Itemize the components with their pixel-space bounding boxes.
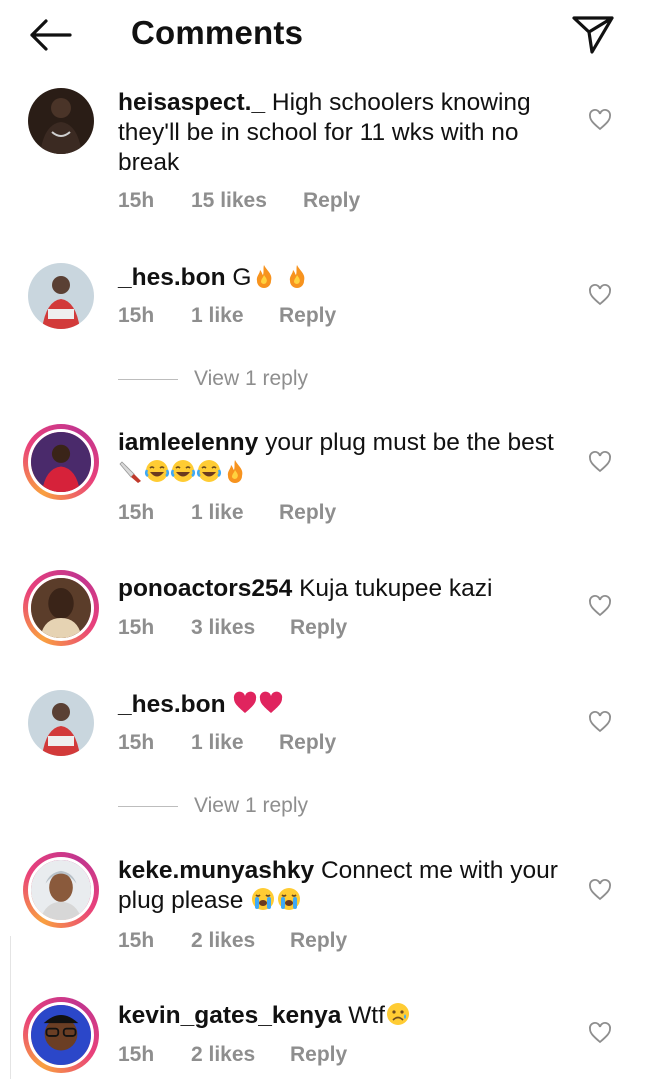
avatar[interactable] bbox=[28, 690, 94, 756]
comment-time: 15h bbox=[118, 616, 155, 639]
likes-count[interactable]: 2 likes bbox=[191, 1043, 255, 1067]
avatar[interactable] bbox=[23, 852, 99, 928]
comment-text: _hes.bon G bbox=[118, 263, 558, 293]
fire-emoji bbox=[257, 265, 272, 288]
comment-username[interactable]: iamleelenny bbox=[118, 429, 258, 456]
heart-icon[interactable] bbox=[588, 594, 612, 618]
reply-button[interactable]: Reply bbox=[303, 189, 360, 213]
avatar[interactable] bbox=[23, 997, 99, 1073]
comment-time: 15h bbox=[118, 929, 155, 952]
comment-text: heisaspect._ High schoolers knowing they… bbox=[118, 89, 531, 176]
top-bar: Comments bbox=[0, 0, 651, 70]
comment-text: ponoactors254 Kuja tukupee kazi bbox=[118, 575, 493, 602]
red-heart-emoji bbox=[260, 691, 283, 713]
divider bbox=[118, 378, 178, 381]
heart-icon[interactable] bbox=[588, 878, 612, 902]
comment-text: kevin_gates_kenya Wtf bbox=[118, 1001, 558, 1031]
likes-count[interactable]: 1 like bbox=[191, 731, 244, 755]
heart-icon[interactable] bbox=[588, 283, 612, 307]
comment-time: 15h bbox=[118, 731, 155, 754]
comment-time: 15h bbox=[118, 501, 155, 524]
comment-username[interactable]: ponoactors254 bbox=[118, 575, 292, 602]
avatar[interactable] bbox=[28, 88, 94, 154]
reply-button[interactable]: Reply bbox=[290, 929, 347, 953]
heart-icon[interactable] bbox=[588, 450, 612, 474]
fire-emoji bbox=[290, 265, 305, 288]
crying-emoji bbox=[278, 888, 301, 910]
reply-button[interactable]: Reply bbox=[279, 304, 336, 328]
tears-of-joy-emoji bbox=[144, 460, 170, 482]
avatar[interactable] bbox=[28, 263, 94, 329]
likes-count[interactable]: 1 like bbox=[191, 304, 244, 328]
comment-username[interactable]: _hes.bon bbox=[118, 264, 226, 291]
crying-emoji bbox=[252, 888, 275, 910]
view-replies-button[interactable]: View 1 reply bbox=[118, 367, 308, 391]
comment-text: iamleelenny your plug must be the best bbox=[118, 428, 558, 488]
likes-count[interactable]: 15 likes bbox=[191, 189, 267, 213]
comment-text: _hes.bon bbox=[118, 690, 558, 720]
red-heart-emoji bbox=[234, 691, 257, 713]
heart-icon[interactable] bbox=[588, 710, 612, 734]
sad-relieved-emoji bbox=[386, 1003, 409, 1025]
comment-username[interactable]: kevin_gates_kenya bbox=[118, 1002, 341, 1029]
comment-text: keke.munyashky Connect me with your plug… bbox=[118, 857, 558, 914]
likes-count[interactable]: 3 likes bbox=[191, 616, 255, 640]
left-edge-panel bbox=[0, 936, 11, 1079]
heart-icon[interactable] bbox=[588, 1021, 612, 1045]
comment-time: 15h bbox=[118, 1043, 155, 1066]
avatar[interactable] bbox=[23, 570, 99, 646]
comment-username[interactable]: _hes.bon bbox=[118, 691, 226, 718]
avatar[interactable] bbox=[23, 424, 99, 500]
likes-count[interactable]: 2 likes bbox=[191, 929, 255, 953]
heart-icon[interactable] bbox=[588, 108, 612, 132]
arrow-left-icon[interactable] bbox=[26, 14, 74, 56]
paper-plane-icon[interactable] bbox=[570, 12, 616, 56]
reply-button[interactable]: Reply bbox=[290, 616, 347, 640]
comment-time: 15h bbox=[118, 189, 155, 212]
likes-count[interactable]: 1 like bbox=[191, 501, 244, 525]
reply-button[interactable]: Reply bbox=[279, 501, 336, 525]
view-replies-button[interactable]: View 1 reply bbox=[118, 794, 308, 818]
comment-username[interactable]: heisaspect._ bbox=[118, 89, 265, 116]
tears-of-joy-emoji bbox=[196, 460, 222, 482]
fire-emoji bbox=[227, 460, 243, 483]
knife-emoji bbox=[119, 461, 141, 483]
divider bbox=[118, 805, 178, 808]
reply-button[interactable]: Reply bbox=[290, 1043, 347, 1067]
tears-of-joy-emoji bbox=[170, 460, 196, 482]
comment-time: 15h bbox=[118, 304, 155, 327]
page-title: Comments bbox=[131, 14, 304, 51]
comment-username[interactable]: keke.munyashky bbox=[118, 857, 314, 884]
reply-button[interactable]: Reply bbox=[279, 731, 336, 755]
